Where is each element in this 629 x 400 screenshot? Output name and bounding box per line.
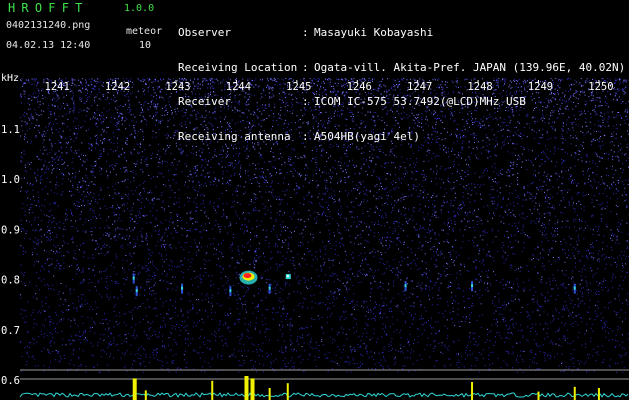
- info-row-location: Receiving Location: Ogata-vill. Akita-Pre…: [178, 60, 626, 74]
- y-tick-label: 0.6: [1, 375, 20, 387]
- signal-strength-trace: [19, 376, 629, 400]
- app-version: 1.0.0: [124, 3, 155, 14]
- signal-spike: [573, 386, 576, 400]
- meteor-echo: [239, 270, 258, 285]
- x-tick-label: 1242: [105, 81, 130, 93]
- x-tick-label: 1241: [45, 81, 70, 93]
- meteor-echo: [181, 283, 184, 294]
- meteor-echo: [135, 286, 138, 297]
- info-row-receiver: Receiver: ICOM IC-575 53.7492(@LCD)MHz US…: [178, 95, 526, 108]
- meteor-label: meteor: [126, 26, 163, 37]
- signal-spike: [537, 391, 540, 400]
- y-tick-label: 1.0: [1, 174, 20, 186]
- station-info: Observer: Masayuki Kobayashi Receiving Lo…: [178, 4, 625, 154]
- meteor-echo: [573, 283, 576, 294]
- meteor-echo: [285, 274, 291, 280]
- signal-spike: [250, 378, 255, 400]
- signal-spike: [286, 383, 289, 400]
- signal-spike: [211, 380, 214, 400]
- capture-date: 04.02.13 12:40: [6, 40, 91, 51]
- y-axis-unit: kHz: [1, 73, 20, 84]
- signal-spike: [471, 382, 474, 400]
- meteor-echo: [404, 281, 407, 292]
- app-title: HROFFT: [8, 1, 89, 15]
- info-row-antenna: Receiving antenna: A504HB(yagi 4el): [178, 129, 420, 143]
- signal-spike: [144, 390, 147, 400]
- y-tick-label: 0.7: [1, 325, 20, 337]
- signal-spike: [132, 378, 137, 400]
- y-tick-label: 1.1: [1, 124, 20, 136]
- meteor-echo: [471, 281, 474, 292]
- signal-baseline: [19, 392, 629, 398]
- meteor-count: 10: [139, 40, 152, 51]
- y-tick-label: 0.8: [1, 275, 20, 287]
- file-name: 0402131240.png: [6, 20, 91, 31]
- signal-spike: [597, 388, 600, 400]
- y-tick-label: 0.9: [1, 224, 20, 236]
- meteor-echo: [229, 286, 232, 297]
- meteor-echo: [132, 273, 135, 284]
- signal-spike: [268, 388, 271, 400]
- info-row-observer: Observer: Masayuki Kobayashi: [178, 26, 434, 39]
- meteor-echo: [268, 283, 271, 294]
- signal-spike: [244, 376, 249, 400]
